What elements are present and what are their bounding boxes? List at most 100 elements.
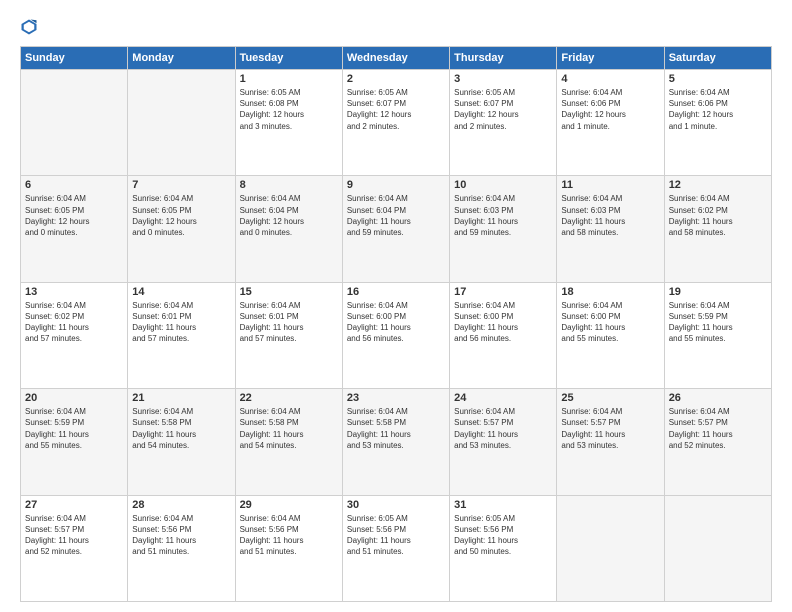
weekday-header: Wednesday [342, 47, 449, 70]
calendar-cell [664, 495, 771, 601]
calendar-cell: 4 Sunrise: 6:04 AM Sunset: 6:06 PM Daylig… [557, 70, 664, 176]
calendar-cell: 15 Sunrise: 6:04 AM Sunset: 6:01 PM Dayli… [235, 282, 342, 388]
day-info: Sunrise: 6:04 AM Sunset: 5:56 PM Dayligh… [240, 513, 338, 558]
calendar-cell: 12 Sunrise: 6:04 AM Sunset: 6:02 PM Dayli… [664, 176, 771, 282]
calendar-cell: 29 Sunrise: 6:04 AM Sunset: 5:56 PM Dayli… [235, 495, 342, 601]
weekday-header: Saturday [664, 47, 771, 70]
day-info: Sunrise: 6:04 AM Sunset: 6:06 PM Dayligh… [561, 87, 659, 132]
calendar-week-row: 20 Sunrise: 6:04 AM Sunset: 5:59 PM Dayli… [21, 389, 772, 495]
calendar-header-row: SundayMondayTuesdayWednesdayThursdayFrid… [21, 47, 772, 70]
day-info: Sunrise: 6:04 AM Sunset: 6:00 PM Dayligh… [347, 300, 445, 345]
calendar-cell: 5 Sunrise: 6:04 AM Sunset: 6:06 PM Daylig… [664, 70, 771, 176]
day-info: Sunrise: 6:04 AM Sunset: 5:56 PM Dayligh… [132, 513, 230, 558]
day-number: 2 [347, 73, 445, 85]
calendar-cell: 24 Sunrise: 6:04 AM Sunset: 5:57 PM Dayli… [450, 389, 557, 495]
day-number: 24 [454, 392, 552, 404]
day-info: Sunrise: 6:04 AM Sunset: 6:05 PM Dayligh… [132, 193, 230, 238]
calendar-cell: 10 Sunrise: 6:04 AM Sunset: 6:03 PM Dayli… [450, 176, 557, 282]
day-number: 10 [454, 179, 552, 191]
day-number: 30 [347, 499, 445, 511]
day-info: Sunrise: 6:04 AM Sunset: 6:00 PM Dayligh… [454, 300, 552, 345]
calendar-cell: 8Sunrise: 6:04 AM Sunset: 6:04 PM Daylig… [235, 176, 342, 282]
calendar-week-row: 13 Sunrise: 6:04 AM Sunset: 6:02 PM Dayli… [21, 282, 772, 388]
day-info: Sunrise: 6:05 AM Sunset: 6:07 PM Dayligh… [347, 87, 445, 132]
day-number: 12 [669, 179, 767, 191]
day-info: Sunrise: 6:05 AM Sunset: 6:07 PM Dayligh… [454, 87, 552, 132]
calendar-cell: 20 Sunrise: 6:04 AM Sunset: 5:59 PM Dayli… [21, 389, 128, 495]
calendar-cell [21, 70, 128, 176]
day-number: 25 [561, 392, 659, 404]
calendar-cell: 16 Sunrise: 6:04 AM Sunset: 6:00 PM Dayli… [342, 282, 449, 388]
day-info: Sunrise: 6:04 AM Sunset: 6:06 PM Dayligh… [669, 87, 767, 132]
day-info: Sunrise: 6:04 AM Sunset: 6:02 PM Dayligh… [25, 300, 123, 345]
day-info: Sunrise: 6:04 AM Sunset: 5:57 PM Dayligh… [25, 513, 123, 558]
day-number: 28 [132, 499, 230, 511]
calendar-cell: 9 Sunrise: 6:04 AM Sunset: 6:04 PM Daylig… [342, 176, 449, 282]
calendar-table: SundayMondayTuesdayWednesdayThursdayFrid… [20, 46, 772, 602]
day-number: 20 [25, 392, 123, 404]
calendar-cell: 25 Sunrise: 6:04 AM Sunset: 5:57 PM Dayli… [557, 389, 664, 495]
weekday-header: Monday [128, 47, 235, 70]
calendar-cell: 7 Sunrise: 6:04 AM Sunset: 6:05 PM Daylig… [128, 176, 235, 282]
day-number: 19 [669, 286, 767, 298]
calendar-cell: 17 Sunrise: 6:04 AM Sunset: 6:00 PM Dayli… [450, 282, 557, 388]
page: SundayMondayTuesdayWednesdayThursdayFrid… [0, 0, 792, 612]
generalblue-icon [20, 18, 38, 36]
day-info: Sunrise: 6:04 AM Sunset: 5:57 PM Dayligh… [454, 406, 552, 451]
calendar-cell: 1Sunrise: 6:05 AM Sunset: 6:08 PM Daylig… [235, 70, 342, 176]
day-number: 26 [669, 392, 767, 404]
calendar-cell: 22Sunrise: 6:04 AM Sunset: 5:58 PM Dayli… [235, 389, 342, 495]
day-number: 7 [132, 179, 230, 191]
day-info: Sunrise: 6:04 AM Sunset: 5:57 PM Dayligh… [669, 406, 767, 451]
day-info: Sunrise: 6:05 AM Sunset: 6:08 PM Dayligh… [240, 87, 338, 132]
day-info: Sunrise: 6:05 AM Sunset: 5:56 PM Dayligh… [347, 513, 445, 558]
day-info: Sunrise: 6:04 AM Sunset: 6:01 PM Dayligh… [240, 300, 338, 345]
day-number: 16 [347, 286, 445, 298]
calendar-cell: 27 Sunrise: 6:04 AM Sunset: 5:57 PM Dayli… [21, 495, 128, 601]
weekday-header: Sunday [21, 47, 128, 70]
day-info: Sunrise: 6:04 AM Sunset: 6:03 PM Dayligh… [454, 193, 552, 238]
day-number: 17 [454, 286, 552, 298]
day-info: Sunrise: 6:04 AM Sunset: 6:04 PM Dayligh… [347, 193, 445, 238]
day-number: 6 [25, 179, 123, 191]
day-number: 27 [25, 499, 123, 511]
day-number: 5 [669, 73, 767, 85]
day-number: 4 [561, 73, 659, 85]
day-number: 15 [240, 286, 338, 298]
day-info: Sunrise: 6:04 AM Sunset: 6:03 PM Dayligh… [561, 193, 659, 238]
calendar-cell: 6 Sunrise: 6:04 AM Sunset: 6:05 PM Daylig… [21, 176, 128, 282]
day-info: Sunrise: 6:04 AM Sunset: 6:01 PM Dayligh… [132, 300, 230, 345]
calendar-cell: 14 Sunrise: 6:04 AM Sunset: 6:01 PM Dayli… [128, 282, 235, 388]
day-info: Sunrise: 6:04 AM Sunset: 6:02 PM Dayligh… [669, 193, 767, 238]
calendar-cell: 28 Sunrise: 6:04 AM Sunset: 5:56 PM Dayli… [128, 495, 235, 601]
calendar-cell: 21Sunrise: 6:04 AM Sunset: 5:58 PM Dayli… [128, 389, 235, 495]
calendar-cell: 2 Sunrise: 6:05 AM Sunset: 6:07 PM Daylig… [342, 70, 449, 176]
day-number: 13 [25, 286, 123, 298]
day-number: 21 [132, 392, 230, 404]
day-info: Sunrise: 6:04 AM Sunset: 6:05 PM Dayligh… [25, 193, 123, 238]
day-number: 14 [132, 286, 230, 298]
calendar-cell: 19 Sunrise: 6:04 AM Sunset: 5:59 PM Dayli… [664, 282, 771, 388]
day-info: Sunrise: 6:04 AM Sunset: 6:00 PM Dayligh… [561, 300, 659, 345]
calendar-cell: 30 Sunrise: 6:05 AM Sunset: 5:56 PM Dayli… [342, 495, 449, 601]
day-number: 31 [454, 499, 552, 511]
calendar-cell: 31Sunrise: 6:05 AM Sunset: 5:56 PM Dayli… [450, 495, 557, 601]
logo [20, 18, 40, 36]
day-info: Sunrise: 6:04 AM Sunset: 5:59 PM Dayligh… [25, 406, 123, 451]
calendar-cell: 3Sunrise: 6:05 AM Sunset: 6:07 PM Daylig… [450, 70, 557, 176]
weekday-header: Friday [557, 47, 664, 70]
day-number: 9 [347, 179, 445, 191]
day-info: Sunrise: 6:04 AM Sunset: 5:59 PM Dayligh… [669, 300, 767, 345]
weekday-header: Thursday [450, 47, 557, 70]
calendar-cell: 11Sunrise: 6:04 AM Sunset: 6:03 PM Dayli… [557, 176, 664, 282]
day-info: Sunrise: 6:04 AM Sunset: 5:57 PM Dayligh… [561, 406, 659, 451]
day-number: 22 [240, 392, 338, 404]
calendar-cell: 18Sunrise: 6:04 AM Sunset: 6:00 PM Dayli… [557, 282, 664, 388]
calendar-cell [128, 70, 235, 176]
day-info: Sunrise: 6:04 AM Sunset: 5:58 PM Dayligh… [347, 406, 445, 451]
calendar-cell: 23Sunrise: 6:04 AM Sunset: 5:58 PM Dayli… [342, 389, 449, 495]
weekday-header: Tuesday [235, 47, 342, 70]
day-number: 29 [240, 499, 338, 511]
calendar-cell [557, 495, 664, 601]
calendar-week-row: 1Sunrise: 6:05 AM Sunset: 6:08 PM Daylig… [21, 70, 772, 176]
